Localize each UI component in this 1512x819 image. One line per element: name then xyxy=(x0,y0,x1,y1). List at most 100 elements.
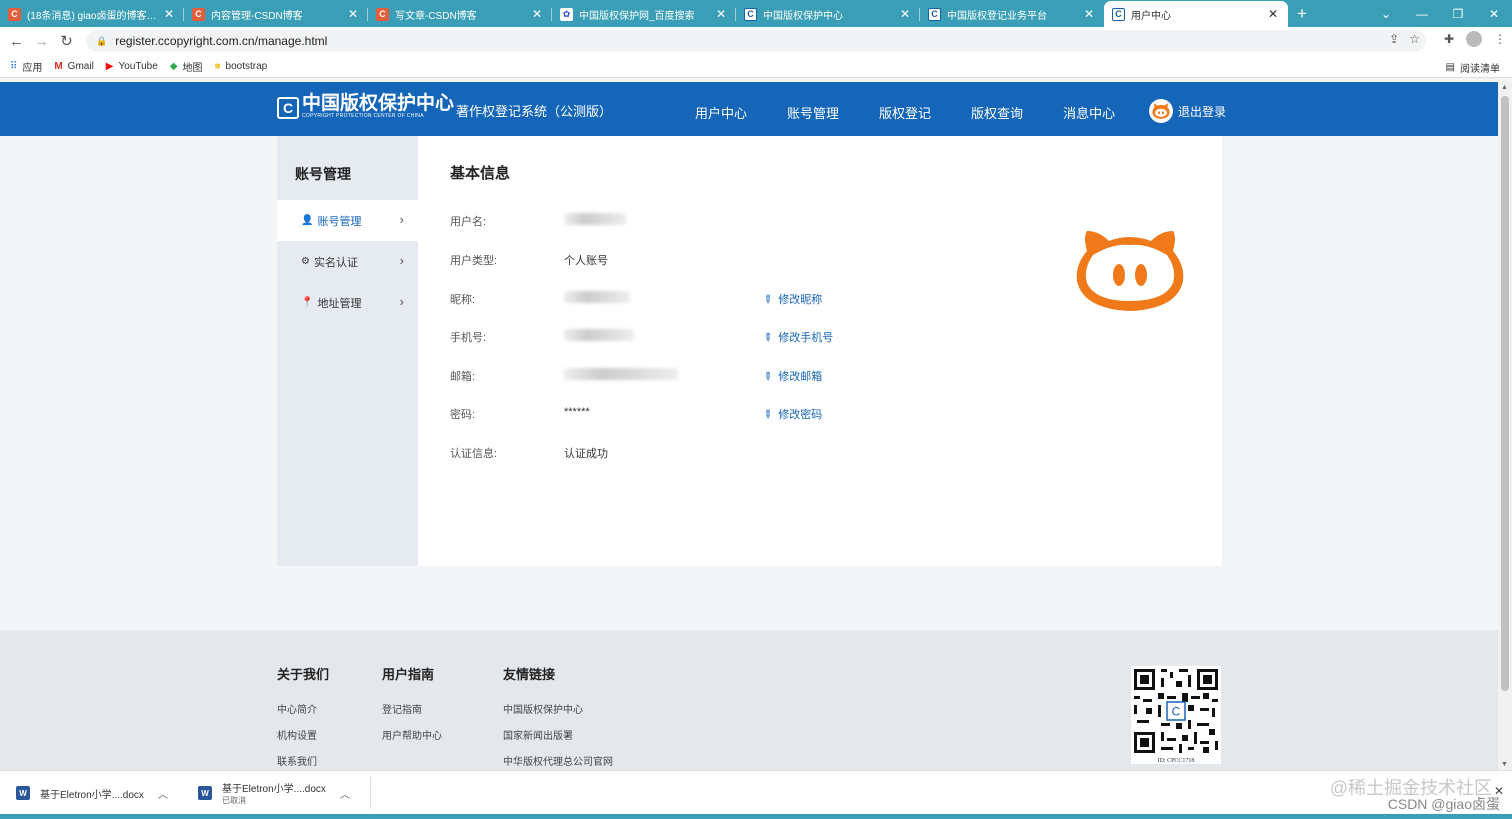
profile-avatar[interactable] xyxy=(1466,31,1482,47)
edit-password-link[interactable]: ✎ 修改密码 xyxy=(759,406,823,422)
close-tab-icon[interactable]: ✕ xyxy=(1082,7,1096,21)
edit-email-link[interactable]: ✎ 修改邮箱 xyxy=(759,368,823,384)
browser-tab-active[interactable]: C 用户中心 ✕ xyxy=(1104,1,1288,27)
word-doc-icon: W xyxy=(198,786,212,800)
browser-tab[interactable]: C 写文章-CSDN博客 ✕ xyxy=(368,1,552,27)
tab-search-icon[interactable]: ⌄ xyxy=(1368,0,1404,27)
bookmark-label: 应用 xyxy=(22,62,43,74)
sidebar-item-label: 实名认证 xyxy=(313,256,358,269)
gear-icon: ⚙ xyxy=(301,256,310,267)
edit-label: 修改昵称 xyxy=(778,294,823,306)
close-tab-icon[interactable]: ✕ xyxy=(898,7,912,21)
maps-icon: ◆ xyxy=(169,60,178,72)
bookmark-bootstrap[interactable]: ■ bootstrap xyxy=(215,61,268,72)
reading-list[interactable]: ▤ 阅读清单 xyxy=(1446,60,1500,75)
bookmark-gmail[interactable]: M Gmail xyxy=(54,61,93,72)
sidebar-title: 账号管理 xyxy=(295,166,351,182)
footer-heading: 用户指南 xyxy=(382,667,435,682)
lock-icon: 🔒 xyxy=(96,35,108,46)
edit-phone-link[interactable]: ✎ 修改手机号 xyxy=(760,329,833,345)
nav-account[interactable]: 账号管理 xyxy=(787,103,839,122)
download-item[interactable]: W 基于Eletron小学....docx ︿ xyxy=(16,771,168,815)
browser-tab[interactable]: C 中国版权登记业务平台 ✕ xyxy=(920,1,1104,27)
row-verification: 认证信息: 认证成功 xyxy=(450,445,950,460)
bookmark-apps[interactable]: ⠿ 应用 xyxy=(10,59,42,74)
footer-link[interactable]: 机构设置 xyxy=(277,727,329,742)
panel-title: 基本信息 xyxy=(450,165,511,182)
bookmark-maps[interactable]: ◆ 地图 xyxy=(170,59,203,74)
browser-tab[interactable]: C 中国版权保护中心 ✕ xyxy=(736,1,920,27)
restore-icon[interactable]: ❐ xyxy=(1440,0,1476,27)
logo-en-text: COPYRIGHT PROTECTION CENTER OF CHINA xyxy=(302,113,424,119)
sidebar-item-account[interactable]: 👤 账号管理 › xyxy=(277,200,418,241)
nav-register[interactable]: 版权登记 xyxy=(879,103,931,122)
close-tab-icon[interactable]: ✕ xyxy=(162,7,176,21)
chevron-up-icon[interactable]: ︿ xyxy=(158,786,168,801)
pencil-icon: ✎ xyxy=(759,368,775,384)
new-tab-button[interactable]: + xyxy=(1288,1,1316,27)
bookmark-youtube[interactable]: ▶ YouTube xyxy=(106,61,158,72)
nav-user-center[interactable]: 用户中心 xyxy=(695,103,747,122)
bookmark-label: bootstrap xyxy=(225,60,268,72)
download-filename: 基于Eletron小学....docx xyxy=(222,784,326,795)
edit-label: 修改密码 xyxy=(778,409,823,421)
chevron-right-icon: › xyxy=(399,294,404,309)
edit-nickname-link[interactable]: ✎ 修改昵称 xyxy=(760,291,823,307)
close-window-icon[interactable]: ✕ xyxy=(1476,0,1512,27)
url-bar[interactable]: 🔒 register.ccopyright.com.cn/manage.html… xyxy=(86,30,1426,52)
nav-query[interactable]: 版权查询 xyxy=(971,103,1023,122)
scroll-up-icon[interactable]: ▲ xyxy=(1501,84,1508,91)
field-label: 邮箱: xyxy=(450,371,476,383)
back-icon[interactable]: ← xyxy=(4,33,29,50)
footer-link[interactable]: 中国版权保护中心 xyxy=(503,701,613,716)
menu-icon[interactable]: ⋮ xyxy=(1494,32,1506,46)
sidebar-item-verification[interactable]: ⚙ 实名认证 › xyxy=(277,241,418,282)
address-toolbar: ← → ↻ 🔒 register.ccopyright.com.cn/manag… xyxy=(0,27,1512,55)
scrollbar-thumb[interactable] xyxy=(1501,96,1509,691)
field-label: 昵称: xyxy=(450,294,476,306)
forward-icon[interactable]: → xyxy=(29,33,54,50)
browser-tab[interactable]: C (18条消息) giao卤蛋的博客_CSDN ✕ xyxy=(0,1,184,27)
close-tab-icon[interactable]: ✕ xyxy=(1266,7,1280,21)
footer-link[interactable]: 中心简介 xyxy=(277,701,329,716)
download-item[interactable]: W 基于Eletron小学....docx 已取消 ︿ xyxy=(198,771,350,815)
footer-link[interactable]: 登记指南 xyxy=(382,701,442,716)
logout-button[interactable]: 退出登录 xyxy=(1149,99,1226,123)
pencil-icon: ✎ xyxy=(759,406,775,422)
footer-link[interactable]: 联系我们 xyxy=(277,753,329,768)
csdn-icon: C xyxy=(192,7,205,21)
user-icon: 👤 xyxy=(301,215,314,226)
reading-list-label: 阅读清单 xyxy=(1460,64,1500,75)
close-tab-icon[interactable]: ✕ xyxy=(346,7,360,21)
download-status: 已取消 xyxy=(222,796,246,805)
chevron-up-icon[interactable]: ︿ xyxy=(340,786,350,801)
footer-heading: 友情链接 xyxy=(503,667,556,682)
browser-tab[interactable]: ✿ 中国版权保护网_百度搜索 ✕ xyxy=(552,1,736,27)
qr-id-text: ID: CPCC1718 xyxy=(1157,758,1195,764)
footer-link[interactable]: 中华版权代理总公司官网 xyxy=(503,753,613,768)
scroll-down-icon[interactable]: ▼ xyxy=(1501,761,1508,768)
reload-icon[interactable]: ↻ xyxy=(54,32,79,50)
close-tab-icon[interactable]: ✕ xyxy=(714,7,728,21)
footer-link[interactable]: 用户帮助中心 xyxy=(382,727,442,742)
browser-tab[interactable]: C 内容管理-CSDN博客 ✕ xyxy=(184,1,368,27)
row-nickname: 昵称: ✎ 修改昵称 xyxy=(450,291,950,307)
footer-link[interactable]: 国家新闻出版署 xyxy=(503,727,613,742)
location-icon: 📍 xyxy=(301,297,314,308)
extensions-icon[interactable]: ✚ xyxy=(1444,32,1454,46)
bookmark-star-icon[interactable]: ☆ xyxy=(1409,32,1420,46)
close-download-bar-icon[interactable]: ✕ xyxy=(1494,784,1504,798)
minimize-icon[interactable]: — xyxy=(1404,0,1440,27)
page-scrollbar[interactable]: ▲ ▼ xyxy=(1498,82,1512,770)
share-icon[interactable]: ⇪ xyxy=(1389,32,1399,46)
copyright-logo-icon: C xyxy=(277,96,299,119)
apps-icon: ⠿ xyxy=(10,60,18,72)
gmail-icon: M xyxy=(54,60,63,72)
site-logo[interactable]: C 中国版权保护中心 COPYRIGHT PROTECTION CENTER O… xyxy=(277,94,454,120)
footer-about: 关于我们 中心简介 机构设置 联系我们 xyxy=(277,664,329,779)
close-tab-icon[interactable]: ✕ xyxy=(530,7,544,21)
nav-messages[interactable]: 消息中心 xyxy=(1063,103,1115,122)
sidebar-item-address[interactable]: 📍 地址管理 › xyxy=(277,282,418,323)
tab-title: 写文章-CSDN博客 xyxy=(395,10,477,22)
edit-label: 修改邮箱 xyxy=(778,371,823,383)
